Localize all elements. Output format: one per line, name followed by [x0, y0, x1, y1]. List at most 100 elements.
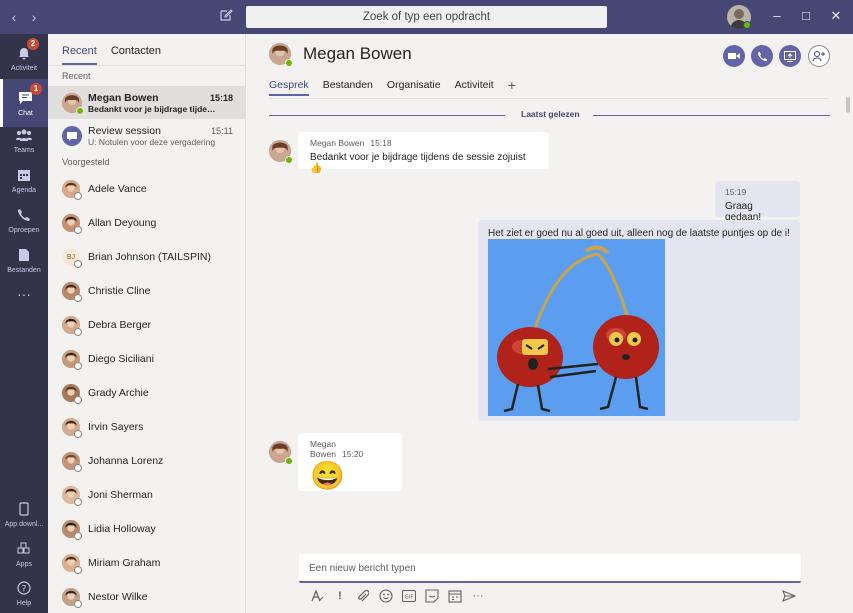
presence-icon — [74, 464, 82, 472]
presence-icon — [74, 328, 82, 336]
contact-item[interactable]: Christie Cline — [48, 274, 245, 308]
activity-badge: 2 — [27, 38, 39, 50]
presence-icon — [74, 192, 82, 200]
attach-button[interactable] — [355, 588, 371, 604]
chat-item-review-session[interactable]: Review session U: Notulen voor deze verg… — [48, 119, 245, 152]
tab-organization[interactable]: Organisatie — [387, 79, 441, 96]
contact-item[interactable]: Diego Siciliani — [48, 342, 245, 376]
gif-image[interactable] — [488, 239, 665, 416]
compose-input[interactable]: Een nieuw bericht typen — [299, 554, 801, 583]
tab-conversation[interactable]: Gesprek — [269, 79, 309, 96]
presence-icon — [74, 430, 82, 438]
cherries-gif-icon — [497, 245, 659, 413]
presence-icon — [74, 600, 82, 608]
phone-icon — [757, 51, 767, 61]
tab-files[interactable]: Bestanden — [323, 79, 373, 96]
new-chat-button[interactable] — [219, 8, 235, 24]
message-text: Bedankt voor je bijdrage tijdens de sess… — [310, 152, 526, 174]
video-icon — [728, 53, 740, 59]
conversation-pane: Megan Bowen Gesprek Bestanden Organisati… — [247, 34, 853, 613]
paperclip-icon — [358, 589, 369, 602]
avatar — [62, 588, 82, 608]
app-activity[interactable]: Activiteit 2 — [0, 34, 48, 82]
app-label: Agenda — [11, 187, 37, 194]
avatar — [62, 125, 82, 146]
scrollbar[interactable] — [846, 97, 850, 113]
message-bubble[interactable]: Megan Bowen 15:20 😄 — [298, 433, 402, 491]
send-button[interactable] — [782, 589, 798, 605]
avatar — [62, 350, 82, 370]
compose-icon — [220, 9, 233, 21]
meeting-button[interactable] — [447, 588, 463, 604]
avatar — [62, 214, 82, 234]
contact-item[interactable]: Irvin Sayers — [48, 410, 245, 444]
add-people-button[interactable] — [808, 45, 830, 67]
contact-name: Joni Sherman — [88, 489, 153, 501]
sender-avatar — [269, 441, 293, 465]
phone-icon — [15, 206, 33, 224]
svg-text:?: ? — [22, 585, 27, 595]
contact-item[interactable]: Grady Archie — [48, 376, 245, 410]
calendar-icon — [15, 166, 33, 184]
presence-icon — [285, 156, 293, 164]
app-more[interactable]: ··· — [0, 270, 48, 318]
presence-icon — [74, 566, 82, 574]
format-button[interactable] — [309, 588, 325, 604]
contact-item[interactable]: Johanna Lorenz — [48, 444, 245, 478]
sticker-button[interactable] — [424, 588, 440, 604]
gif-button[interactable]: GIF — [401, 588, 417, 604]
contact-name: Debra Berger — [88, 319, 152, 331]
avatar — [62, 452, 82, 472]
back-button[interactable]: ‹ — [4, 0, 24, 34]
chat-preview: U: Notulen voor deze vergadering — [88, 136, 216, 147]
more-icon: ··· — [472, 590, 484, 602]
avatar — [62, 180, 82, 200]
contact-item[interactable]: BJ Brian Johnson (TAILSPIN) — [48, 240, 245, 274]
message-bubble-own[interactable]: 15:19 Graag gedaan! — [715, 181, 800, 223]
teams-icon — [15, 126, 33, 144]
presence-icon — [285, 457, 293, 465]
important-button[interactable]: ! — [332, 588, 348, 604]
contact-item[interactable]: Miriam Graham — [48, 546, 245, 580]
exclamation-icon: ! — [338, 590, 342, 602]
contact-item[interactable]: Nestor Wilke — [48, 580, 245, 613]
contact-item[interactable]: Allan Deyoung — [48, 206, 245, 240]
back-icon: ‹ — [11, 9, 17, 25]
avatar — [62, 282, 82, 302]
video-call-button[interactable] — [723, 45, 745, 67]
contact-item[interactable]: Lidia Holloway — [48, 512, 245, 546]
header-divider — [269, 98, 829, 99]
message-bubble-own[interactable]: Het ziet er goed nu al goed uit, alleen … — [478, 220, 800, 421]
add-tab-button[interactable]: + — [508, 78, 516, 96]
chat-item-megan-bowen[interactable]: Megan Bowen Bedankt voor je bijdrage tij… — [48, 86, 245, 119]
audio-call-button[interactable] — [751, 45, 773, 67]
emoji-button[interactable] — [378, 588, 394, 604]
schedule-meeting-icon — [448, 590, 462, 603]
message-time: 15:18 — [370, 138, 392, 148]
app-bar: Activiteit 2 Chat 1 Teams Agenda Oproepe… — [0, 34, 48, 613]
chat-badge: 1 — [30, 83, 42, 95]
forward-button[interactable]: › — [24, 0, 44, 34]
contact-item[interactable]: Debra Berger — [48, 308, 245, 342]
message-time: 15:20 — [342, 449, 364, 459]
close-button[interactable]: ✕ — [828, 8, 844, 24]
more-options-button[interactable]: ··· — [470, 588, 486, 604]
contact-name: Johanna Lorenz — [88, 455, 164, 467]
contact-item[interactable]: Joni Sherman — [48, 478, 245, 512]
tab-contacts[interactable]: Contacten — [111, 45, 161, 65]
maximize-button[interactable]: □ — [798, 8, 814, 24]
last-read-divider — [593, 115, 830, 116]
app-help[interactable]: ? Help — [0, 569, 48, 613]
svg-text:GIF: GIF — [404, 595, 413, 601]
chat-list-pane: Recent Contacten Recent Megan Bowen Beda… — [48, 34, 246, 613]
title-bar: ‹ › Zoek of typ een opdracht – □ ✕ — [0, 0, 853, 34]
contact-item[interactable]: Adele Vance — [48, 172, 245, 206]
share-screen-button[interactable] — [779, 45, 801, 67]
avatar — [62, 554, 82, 574]
minimize-button[interactable]: – — [769, 8, 785, 24]
message-bubble[interactable]: Megan Bowen 15:18 Bedankt voor je bijdrag… — [298, 132, 549, 174]
search-input[interactable]: Zoek of typ een opdracht — [246, 6, 607, 28]
tab-activity[interactable]: Activiteit — [455, 79, 494, 96]
message-sender: Megan Bowen — [310, 138, 365, 148]
tab-recent[interactable]: Recent — [62, 45, 97, 65]
